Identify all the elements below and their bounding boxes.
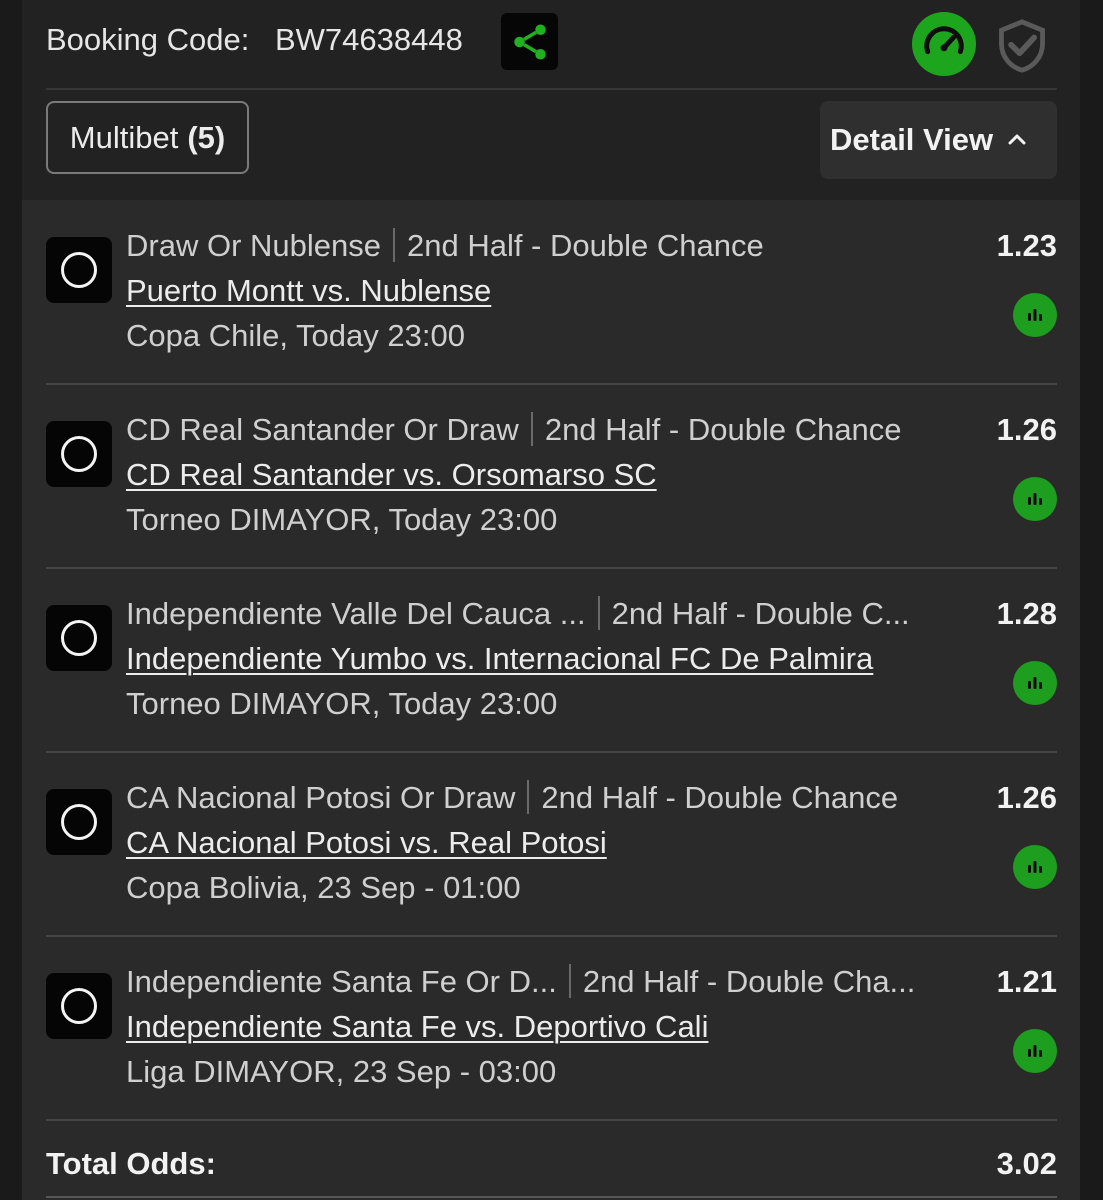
league-time: Torneo DIMAYOR, Today 23:00 xyxy=(126,502,558,537)
bet-odds: 1.21 xyxy=(996,964,1057,999)
shield-check-icon xyxy=(999,19,1045,73)
speedometer-icon xyxy=(924,26,964,55)
radio-circle-icon xyxy=(61,620,97,656)
bar-chart-icon xyxy=(1028,677,1042,689)
match-link[interactable]: Independiente Yumbo vs. Internacional FC… xyxy=(126,641,873,677)
bet-row: CA Nacional Potosi Or Draw 2nd Half - Dou… xyxy=(46,752,1057,937)
bet-select-radio[interactable] xyxy=(46,237,112,303)
booking-code-label: Booking Code: xyxy=(46,22,250,57)
bet-odds: 1.26 xyxy=(996,780,1057,815)
match-link[interactable]: Puerto Montt vs. Nublense xyxy=(126,273,491,309)
detail-view-label: Detail View xyxy=(830,122,994,157)
bet-select-radio[interactable] xyxy=(46,421,112,487)
bet-odds: 1.23 xyxy=(996,228,1057,263)
radio-circle-icon xyxy=(61,252,97,288)
multibet-count: (5) xyxy=(187,119,226,155)
stats-button[interactable] xyxy=(1013,1029,1057,1073)
divider xyxy=(46,1196,1057,1198)
league-time: Liga DIMAYOR, 23 Sep - 03:00 xyxy=(126,1054,557,1089)
bet-row: Independiente Santa Fe Or D... 2nd Half -… xyxy=(46,936,1057,1121)
league-time: Copa Chile, Today 23:00 xyxy=(126,318,465,353)
cashout-shield-button[interactable] xyxy=(990,14,1054,78)
bet-selection: CD Real Santander Or Draw 2nd Half - Doub… xyxy=(126,412,902,448)
bet-list: Draw Or Nublense 2nd Half - Double Chance… xyxy=(22,200,1080,1200)
bar-chart-icon xyxy=(1028,493,1042,505)
stats-button[interactable] xyxy=(1013,293,1057,337)
radio-circle-icon xyxy=(61,804,97,840)
market-text: 2nd Half - Double C... xyxy=(611,596,910,631)
bet-row: CD Real Santander Or Draw 2nd Half - Doub… xyxy=(46,384,1057,569)
league-time: Torneo DIMAYOR, Today 23:00 xyxy=(126,686,558,721)
share-icon xyxy=(513,24,546,59)
bet-selection: Independiente Valle Del Cauca ... 2nd Hal… xyxy=(126,596,910,632)
bar-chart-icon xyxy=(1028,861,1042,873)
bet-select-radio[interactable] xyxy=(46,789,112,855)
bar-chart-icon xyxy=(1028,309,1042,321)
total-odds-label: Total Odds: xyxy=(46,1146,216,1181)
radio-circle-icon xyxy=(61,436,97,472)
bet-select-radio[interactable] xyxy=(46,973,112,1039)
separator xyxy=(597,596,600,630)
bet-odds: 1.26 xyxy=(996,412,1057,447)
stats-button[interactable] xyxy=(1013,477,1057,521)
share-button[interactable] xyxy=(501,13,558,70)
speed-button[interactable] xyxy=(912,12,976,76)
bet-selection: CA Nacional Potosi Or Draw 2nd Half - Dou… xyxy=(126,780,898,816)
total-odds-value: 3.02 xyxy=(996,1146,1057,1181)
betslip-panel: Booking Code: BW74638448 Multibet (5) De… xyxy=(22,0,1080,1200)
selection-text: Independiente Valle Del Cauca ... xyxy=(126,596,586,631)
separator xyxy=(568,964,571,998)
selection-text: CD Real Santander Or Draw xyxy=(126,412,519,447)
betslip-header: Booking Code: BW74638448 xyxy=(46,0,1057,90)
bet-row: Independiente Valle Del Cauca ... 2nd Hal… xyxy=(46,568,1057,753)
separator xyxy=(392,228,395,262)
market-text: 2nd Half - Double Cha... xyxy=(582,964,916,999)
stats-button[interactable] xyxy=(1013,661,1057,705)
bet-row: Draw Or Nublense 2nd Half - Double Chance… xyxy=(46,200,1057,385)
market-text: 2nd Half - Double Chance xyxy=(544,412,902,447)
multibet-label: Multibet xyxy=(69,119,179,155)
bet-odds: 1.28 xyxy=(996,596,1057,631)
bet-select-radio[interactable] xyxy=(46,605,112,671)
selection-text: Independiente Santa Fe Or D... xyxy=(126,964,557,999)
match-link[interactable]: CD Real Santander vs. Orsomarso SC xyxy=(126,457,657,493)
bet-selection: Draw Or Nublense 2nd Half - Double Chance xyxy=(126,228,764,264)
match-link[interactable]: CA Nacional Potosi vs. Real Potosi xyxy=(126,825,607,861)
bet-selection: Independiente Santa Fe Or D... 2nd Half -… xyxy=(126,964,915,1000)
multibet-tab[interactable]: Multibet (5) xyxy=(46,101,249,174)
separator xyxy=(530,412,533,446)
chevron-up-icon xyxy=(1005,128,1029,152)
market-text: 2nd Half - Double Chance xyxy=(541,780,899,815)
market-text: 2nd Half - Double Chance xyxy=(406,228,764,263)
selection-text: CA Nacional Potosi Or Draw xyxy=(126,780,516,815)
match-link[interactable]: Independiente Santa Fe vs. Deportivo Cal… xyxy=(126,1009,708,1045)
league-time: Copa Bolivia, 23 Sep - 01:00 xyxy=(126,870,521,905)
bar-chart-icon xyxy=(1028,1045,1042,1057)
stats-button[interactable] xyxy=(1013,845,1057,889)
separator xyxy=(527,780,530,814)
radio-circle-icon xyxy=(61,988,97,1024)
booking-code-value[interactable]: BW74638448 xyxy=(275,22,463,58)
selection-text: Draw Or Nublense xyxy=(126,228,381,263)
detail-view-toggle[interactable]: Detail View xyxy=(820,101,1057,179)
